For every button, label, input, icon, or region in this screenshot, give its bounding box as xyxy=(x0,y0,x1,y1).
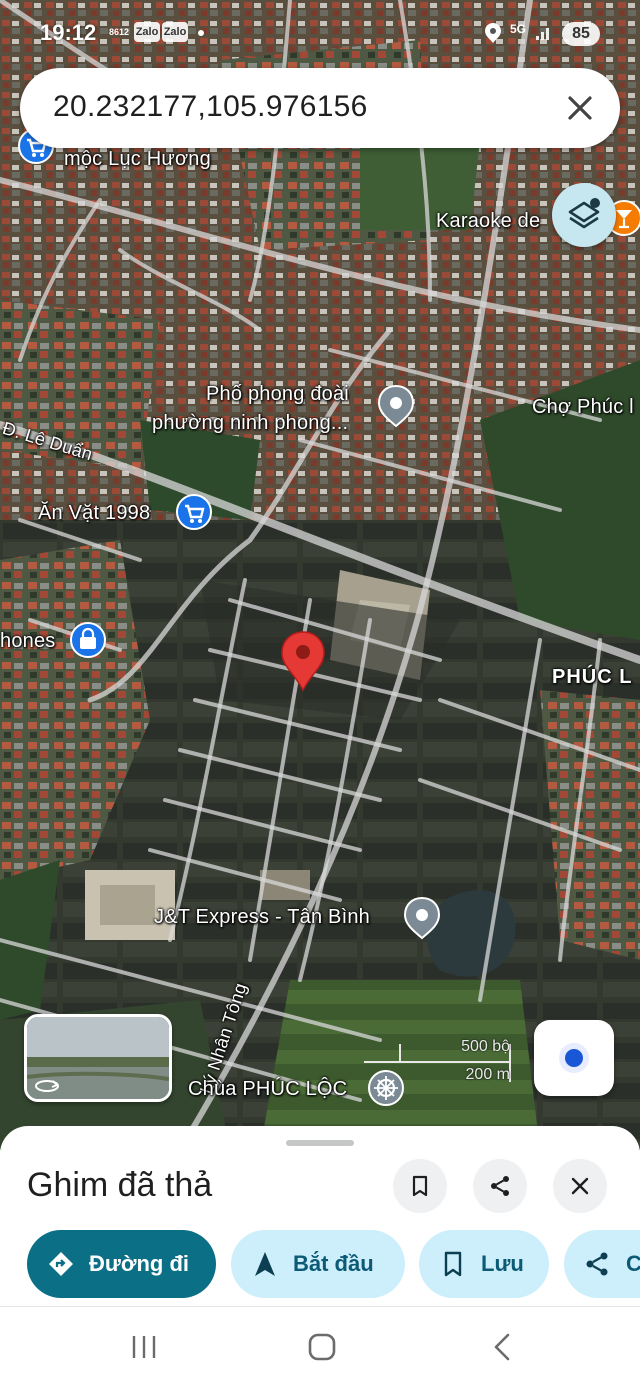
save-button[interactable]: Lưu xyxy=(419,1230,549,1298)
system-nav-bar xyxy=(0,1306,640,1386)
drag-handle[interactable] xyxy=(286,1140,354,1146)
scale-imperial: 500 bộ xyxy=(461,1038,510,1055)
signal-icon xyxy=(536,28,549,40)
place-pin-icon[interactable] xyxy=(376,384,416,428)
home-icon[interactable] xyxy=(306,1331,338,1363)
start-navigation-button[interactable]: Bắt đầu xyxy=(231,1230,405,1298)
poi-label-pho-phong-doai[interactable]: Phố phong đoài xyxy=(206,383,349,406)
share-icon xyxy=(586,1252,608,1276)
bookmark-icon xyxy=(444,1251,462,1277)
directions-button[interactable]: Đường đi xyxy=(27,1230,216,1298)
place-pin-icon[interactable] xyxy=(402,896,442,940)
action-chips: Đường đi Bắt đầu Lưu C xyxy=(0,1230,640,1298)
dropped-pin-icon[interactable] xyxy=(280,630,326,692)
poi-label-jt-express[interactable]: J&T Express - Tân Bình xyxy=(154,906,370,929)
satellite-imagery xyxy=(0,0,640,1150)
zalo-icon: Zalo xyxy=(162,22,188,42)
street-view-thumbnail[interactable] xyxy=(24,1014,172,1102)
save-label: Lưu xyxy=(481,1251,524,1276)
directions-label: Đường đi xyxy=(89,1251,189,1276)
share-button[interactable] xyxy=(473,1159,527,1213)
close-icon[interactable] xyxy=(562,90,598,126)
close-sheet-button[interactable] xyxy=(553,1159,607,1213)
directions-icon xyxy=(49,1252,73,1276)
map-scale: 500 bộ 200 m xyxy=(362,1038,512,1088)
layers-icon xyxy=(568,198,600,229)
network-type: 5G xyxy=(510,22,527,36)
scale-metric: 200 m xyxy=(465,1066,510,1083)
shopping-cart-icon[interactable] xyxy=(174,492,214,532)
bookmark-icon xyxy=(412,1175,428,1197)
bookmark-button[interactable] xyxy=(393,1159,447,1213)
more-notifications-dot xyxy=(198,30,204,36)
location-icon xyxy=(485,23,501,43)
recent-apps-icon[interactable] xyxy=(128,1333,160,1361)
area-label-phuc-l: PHÚC L xyxy=(552,666,633,688)
poi-label-phuong-ninh-phong[interactable]: phường ninh phong... xyxy=(152,412,348,435)
map-view[interactable]: mộc Lục Hương Karaoke de Phố phong đoài … xyxy=(0,0,640,1150)
layers-button[interactable] xyxy=(552,183,616,247)
status-bar: 19:12 8612 Zalo Zalo 5G 85 xyxy=(0,0,640,66)
place-sheet[interactable]: Ghim đã thả Đường đi Bắt đầu Lưu C xyxy=(0,1126,640,1306)
poi-label-cho-phuc[interactable]: Chợ Phúc l xyxy=(532,396,634,419)
poi-label-an-vat[interactable]: Ăn Vặt 1998 xyxy=(38,502,150,525)
share-label: C xyxy=(626,1251,640,1276)
share-chip[interactable]: C xyxy=(564,1230,640,1298)
start-label: Bắt đầu xyxy=(293,1251,374,1276)
close-icon xyxy=(571,1177,589,1195)
zalo-icon: Zalo xyxy=(134,22,160,42)
place-title: Ghim đã thả xyxy=(27,1166,213,1204)
back-icon[interactable] xyxy=(488,1331,516,1363)
poi-label-karaoke[interactable]: Karaoke de xyxy=(436,210,540,233)
my-location-button[interactable] xyxy=(534,1020,614,1096)
search-bar[interactable]: 20.232177,105.976156 xyxy=(20,68,620,148)
rotate-360-icon xyxy=(35,1080,59,1092)
status-time: 19:12 xyxy=(40,20,97,45)
poi-label-phones[interactable]: hones xyxy=(0,630,56,653)
notification-tag: 8612 xyxy=(108,27,130,37)
poi-label-chua-phuc-loc[interactable]: Chùa PHÚC LỘC xyxy=(188,1078,347,1101)
battery-level: 85 xyxy=(562,22,600,46)
poi-label-moc-luc-huong[interactable]: mộc Lục Hương xyxy=(64,148,211,171)
navigation-arrow-icon xyxy=(255,1252,275,1276)
share-icon xyxy=(491,1176,509,1196)
shopping-bag-icon[interactable] xyxy=(68,620,108,660)
search-query[interactable]: 20.232177,105.976156 xyxy=(53,90,368,124)
